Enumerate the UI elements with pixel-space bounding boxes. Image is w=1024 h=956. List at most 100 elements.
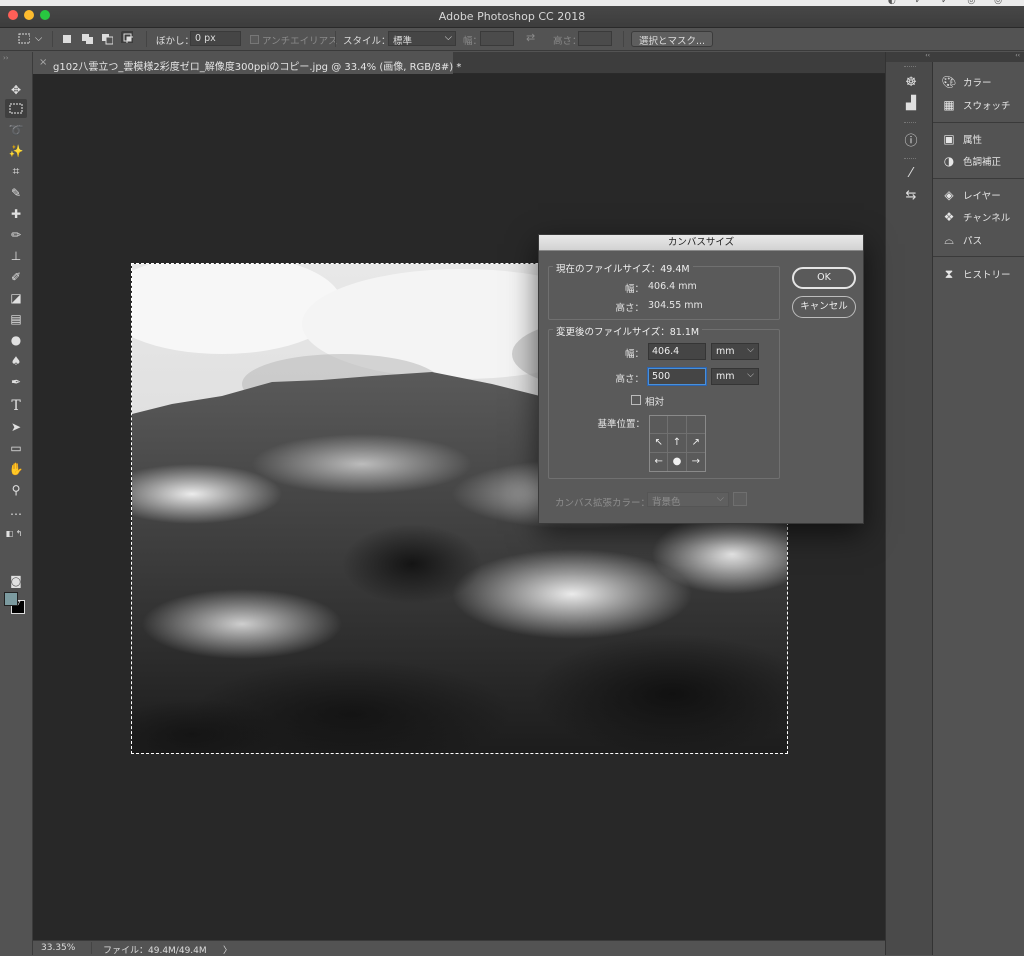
palette-icon: 🎨︎	[941, 75, 957, 89]
new-size-legend: 変更後のファイルサイズ：81.1M	[553, 324, 703, 338]
panel-adjustments[interactable]: ◑ 色調補正	[941, 152, 1001, 170]
gradient-tool-icon[interactable]: ▤	[5, 309, 27, 328]
antialias-label: アンチエイリアス	[262, 36, 338, 47]
navigator-icon[interactable]: ☸	[902, 73, 920, 91]
panel-grip[interactable]	[904, 66, 916, 68]
rectangle-tool-icon[interactable]: ▭	[5, 438, 27, 457]
collapse-icon[interactable]: ‹‹	[933, 52, 1024, 62]
anchor-bottom-left[interactable]: ←	[650, 452, 669, 471]
info-icon[interactable]: ⓘ	[902, 130, 920, 149]
height-input[interactable]: 500	[648, 368, 706, 385]
blur-tool-icon[interactable]: ●	[5, 330, 27, 349]
feather-input[interactable]: 0 px	[190, 31, 241, 46]
brush-settings-icon[interactable]: ⁄	[902, 164, 920, 182]
anchor-middle-left[interactable]: ↖	[650, 434, 669, 453]
intersect-selection-icon[interactable]	[121, 31, 133, 43]
marquee-tool-preset-icon[interactable]	[18, 33, 30, 45]
add-to-selection-icon[interactable]	[81, 33, 93, 45]
panel-paths[interactable]: ⌓ パス	[941, 231, 982, 249]
history-brush-tool-icon[interactable]: ✐	[5, 267, 27, 286]
histogram-icon[interactable]: ▟	[902, 94, 920, 112]
healing-brush-tool-icon[interactable]: ✚	[5, 204, 27, 223]
right-panel-dock: ‹‹ ☸ ▟ ⓘ ⁄ ⇆ ‹‹ 🎨︎ カラー ▦ スウォッチ ▣ 属性 ◑ 色調補正 ◈…	[885, 52, 1024, 955]
ok-button[interactable]: OK	[792, 267, 856, 289]
zoom-level[interactable]: 33.35%	[41, 943, 75, 953]
cancel-button[interactable]: キャンセル	[792, 296, 856, 318]
panel-layers[interactable]: ◈ レイヤー	[941, 186, 1000, 204]
panel-properties[interactable]: ▣ 属性	[941, 130, 982, 148]
anchor-top-right[interactable]	[686, 416, 705, 435]
hand-tool-icon[interactable]: ✋	[5, 459, 27, 478]
anchor-grid[interactable]: ↖ ↑ ↗ ← ● →	[649, 415, 706, 472]
eyedropper-tool-icon[interactable]: ✎	[5, 183, 27, 202]
collapse-icon[interactable]: ‹‹	[886, 52, 934, 62]
tools-panel: ›› ✥ ➰ ✨ ⌗ ✎ ✚ ✏ ⊥ ✐ ◪ ▤ ● ♠ ✒ T ➤ ▭ ✋ ⚲…	[0, 52, 33, 955]
layers-icon: ◈	[944, 188, 954, 202]
panel-color[interactable]: 🎨︎ カラー	[941, 73, 991, 91]
status-bar: 33.35% ファイル：49.4M/49.4M 〉	[33, 940, 885, 956]
width-input[interactable]	[480, 31, 514, 46]
panel-history[interactable]: ⧗ ヒストリー	[941, 265, 1011, 283]
quick-mask-icon[interactable]: ◙	[5, 571, 27, 590]
pen-tool-icon[interactable]: ✒	[5, 372, 27, 391]
rectangular-marquee-tool-icon[interactable]	[5, 99, 27, 118]
move-tool-icon[interactable]: ✥	[5, 80, 27, 99]
chevron-down-icon: ⌵	[747, 345, 754, 355]
preset-chevron-icon[interactable]: ⌵	[35, 33, 42, 44]
extension-color-label: カンバス拡張カラー：	[555, 498, 651, 509]
current-width-label: 幅：	[624, 284, 644, 295]
panel-grip[interactable]	[904, 158, 916, 160]
extension-color-swatch[interactable]	[733, 492, 747, 506]
document-tab-bar: × g102八雲立つ_雲模様2彩度ゼロ_解像度300ppiのコピー.jpg @ …	[33, 52, 885, 74]
dodge-tool-icon[interactable]: ♠	[5, 351, 27, 370]
document-tab[interactable]: × g102八雲立つ_雲模様2彩度ゼロ_解像度300ppiのコピー.jpg @ …	[33, 52, 461, 74]
new-selection-icon[interactable]	[61, 33, 73, 45]
panel-collapse-icon[interactable]: ››	[3, 54, 9, 62]
select-and-mask-button[interactable]: 選択とマスク...	[631, 31, 714, 47]
chevron-down-icon: ⌵	[716, 493, 724, 504]
panel-label: スウォッチ	[963, 101, 1011, 112]
style-select[interactable]: 標準 ⌵	[388, 31, 456, 47]
relative-checkbox[interactable]	[631, 395, 641, 405]
zoom-tool-icon[interactable]: ⚲	[5, 480, 27, 499]
default-colors-icon[interactable]: ◧ ↰	[3, 524, 25, 543]
status-menu-arrow[interactable]: 〉	[223, 943, 232, 956]
options-bar: ⌵ ぼかし： 0 px アンチエイリアス スタイル： 標準 ⌵ 幅： ⇄ 高さ： …	[0, 28, 1024, 51]
magic-wand-tool-icon[interactable]: ✨	[5, 141, 27, 160]
anchor-middle-center[interactable]: ↑	[668, 434, 687, 453]
panel-channels[interactable]: ❖ チャンネル	[941, 208, 1011, 226]
panel-label: チャンネル	[963, 213, 1011, 224]
current-size-legend: 現在のファイルサイズ：49.4M	[553, 261, 693, 275]
panel-label: ヒストリー	[963, 270, 1011, 281]
foreground-color-swatch[interactable]	[4, 592, 18, 606]
eraser-tool-icon[interactable]: ◪	[5, 288, 27, 307]
more-tools-icon[interactable]: ⋯	[5, 504, 27, 523]
feather-label: ぼかし：	[156, 36, 195, 47]
width-input[interactable]: 406.4	[648, 343, 706, 360]
lasso-tool-icon[interactable]: ➰	[5, 120, 27, 139]
height-unit-select[interactable]: mm ⌵	[711, 368, 759, 385]
anchor-bottom-center[interactable]: ●	[668, 452, 687, 471]
width-unit-select[interactable]: mm ⌵	[711, 343, 759, 360]
swap-dimensions-icon[interactable]: ⇄	[526, 31, 535, 44]
crop-tool-icon[interactable]: ⌗	[5, 162, 27, 181]
antialias-checkbox[interactable]	[250, 35, 259, 44]
anchor-top-left[interactable]	[650, 416, 669, 435]
height-input[interactable]	[578, 31, 612, 46]
extension-color-select[interactable]: 背景色 ⌵	[647, 492, 729, 508]
style-label: スタイル：	[343, 36, 391, 47]
anchor-top-center[interactable]	[668, 416, 687, 435]
brush-tool-icon[interactable]: ✏	[5, 225, 27, 244]
close-icon[interactable]: ×	[39, 57, 47, 68]
type-tool-icon[interactable]: T	[5, 396, 27, 415]
divider	[335, 31, 336, 47]
subtract-from-selection-icon[interactable]	[101, 33, 113, 45]
path-selection-tool-icon[interactable]: ➤	[5, 417, 27, 436]
clone-stamp-tool-icon[interactable]: ⊥	[5, 246, 27, 265]
panel-swatches[interactable]: ▦ スウォッチ	[941, 96, 1011, 114]
anchor-middle-right[interactable]: ↗	[686, 434, 705, 453]
panel-grip[interactable]	[904, 122, 916, 124]
tool-presets-icon[interactable]: ⇆	[902, 186, 920, 204]
anchor-bottom-right[interactable]: →	[687, 453, 705, 471]
current-height-label: 高さ：	[615, 303, 644, 314]
